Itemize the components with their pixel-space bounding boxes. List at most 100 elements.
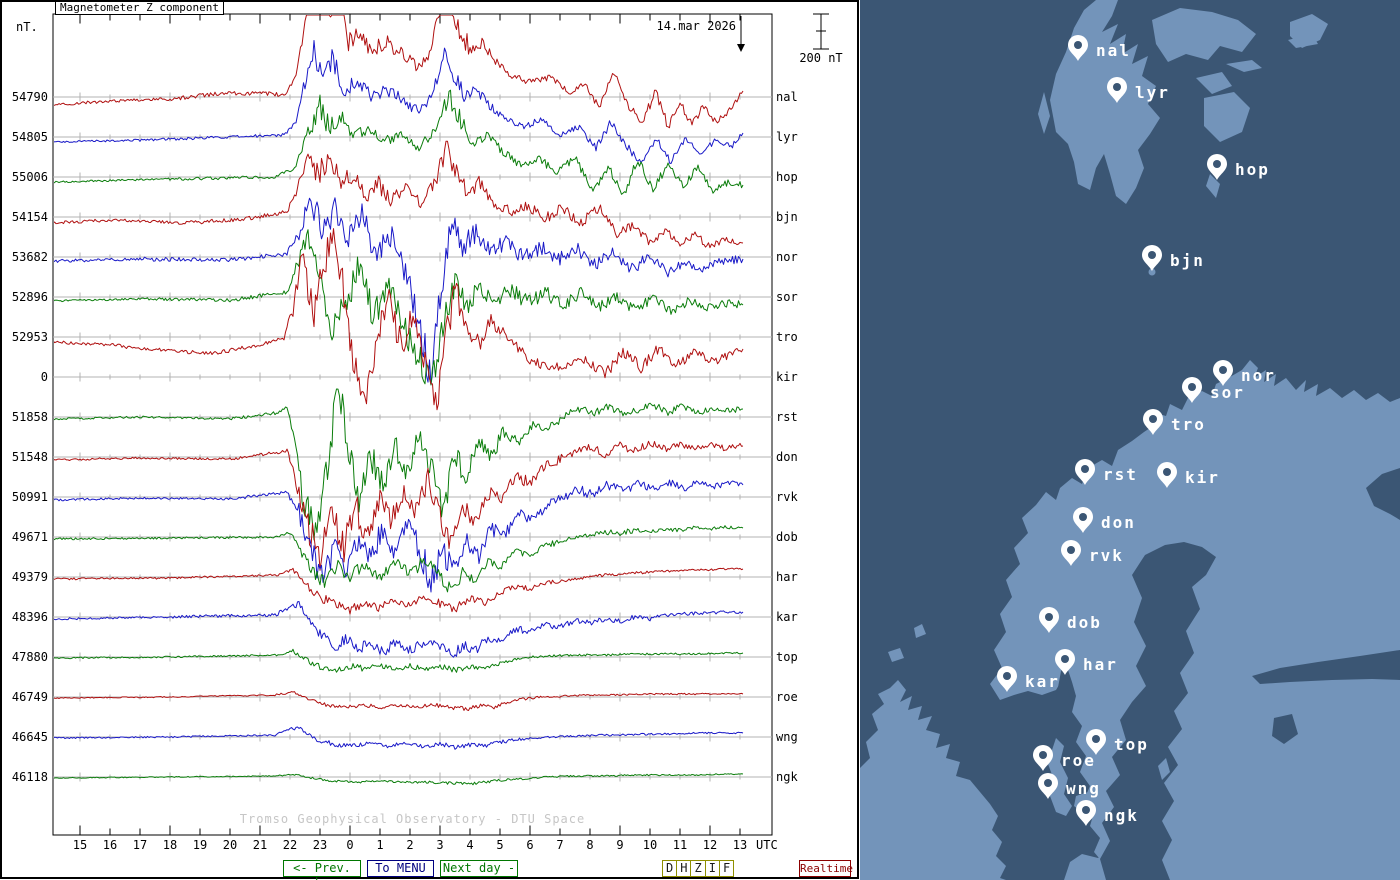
station-label-don: don xyxy=(776,450,798,464)
trace-dob xyxy=(53,526,743,592)
component-letter-d-button[interactable]: D xyxy=(662,860,677,877)
trace-roe xyxy=(53,692,743,711)
hour-label-16: 16 xyxy=(103,838,117,852)
station-label-hop: hop xyxy=(776,170,798,184)
component-letter-z-button[interactable]: Z xyxy=(690,860,705,877)
map-pin-label-bjn: bjn xyxy=(1170,251,1205,270)
hour-label-20: 20 xyxy=(223,838,237,852)
hour-label-17: 17 xyxy=(133,838,147,852)
utc-label: UTC xyxy=(756,838,778,852)
hour-label-4: 4 xyxy=(466,838,473,852)
component-letter-h-button[interactable]: H xyxy=(676,860,691,877)
hour-label-12: 12 xyxy=(703,838,717,852)
trace-kar xyxy=(53,602,743,658)
station-label-ngk: ngk xyxy=(776,770,798,784)
stackplot-panel: 54790nal54805lyr55006hop54154bjn53682nor… xyxy=(0,0,860,880)
baseline-value-top: 47880 xyxy=(12,650,48,664)
hour-label-5: 5 xyxy=(496,838,503,852)
pin-hole xyxy=(1061,655,1069,663)
baseline-value-dob: 49671 xyxy=(12,530,48,544)
baseline-value-ngk: 46118 xyxy=(12,770,48,784)
baseline-value-sor: 52896 xyxy=(12,290,48,304)
station-label-lyr: lyr xyxy=(776,130,798,144)
station-map-panel: nallyrhopbjnnorsortrorstkirdonrvkdobhark… xyxy=(860,0,1400,880)
hour-label-1: 1 xyxy=(376,838,383,852)
component-letter-i-button[interactable]: I xyxy=(705,860,720,877)
baseline-value-wng: 46645 xyxy=(12,730,48,744)
pin-hole xyxy=(1039,751,1047,759)
baseline-value-tro: 52953 xyxy=(12,330,48,344)
hour-label-22: 22 xyxy=(283,838,297,852)
hour-label-9: 9 xyxy=(616,838,623,852)
station-label-bjn: bjn xyxy=(776,210,798,224)
pin-hole xyxy=(1044,779,1052,787)
hour-label-2: 2 xyxy=(406,838,413,852)
station-label-sor: sor xyxy=(776,290,798,304)
trace-bjn xyxy=(53,141,743,248)
baseline-value-roe: 46749 xyxy=(12,690,48,704)
map-pin-label-rvk: rvk xyxy=(1089,546,1124,565)
trace-nor xyxy=(53,198,743,385)
stackplot-chart: 54790nal54805lyr55006hop54154bjn53682nor… xyxy=(0,0,860,880)
pin-hole xyxy=(1092,735,1100,743)
map-pin-label-nal: nal xyxy=(1096,41,1131,60)
component-selector: DHZIF xyxy=(662,860,734,877)
map-pin-label-nor: nor xyxy=(1241,366,1276,385)
next-day-button[interactable]: Next day -> xyxy=(440,860,518,877)
station-label-rvk: rvk xyxy=(776,490,798,504)
baseline-value-hop: 55006 xyxy=(12,170,48,184)
map-pin-label-rst: rst xyxy=(1103,465,1138,484)
station-label-tro: tro xyxy=(776,330,798,344)
station-label-rst: rst xyxy=(776,410,798,424)
station-label-wng: wng xyxy=(776,730,798,744)
page-title: Magnetometer Z component xyxy=(55,1,224,15)
y-axis-unit-label: nT. xyxy=(16,20,38,34)
hour-label-3: 3 xyxy=(436,838,443,852)
map-pin-label-kar: kar xyxy=(1025,672,1060,691)
current-time-arrowhead xyxy=(737,44,745,52)
station-map: nallyrhopbjnnorsortrorstkirdonrvkdobhark… xyxy=(860,0,1400,880)
baseline-value-don: 51548 xyxy=(12,450,48,464)
station-label-kar: kar xyxy=(776,610,798,624)
hour-label-0: 0 xyxy=(346,838,353,852)
pin-hole xyxy=(1045,613,1053,621)
hour-label-11: 11 xyxy=(673,838,687,852)
map-pin-label-kir: kir xyxy=(1185,468,1220,487)
date-label: 14.mar 2026 xyxy=(558,19,736,33)
prev-day-button[interactable]: <- Prev. day xyxy=(283,860,361,877)
baseline-value-nal: 54790 xyxy=(12,90,48,104)
pin-hole xyxy=(1113,83,1121,91)
hour-label-21: 21 xyxy=(253,838,267,852)
map-pin-label-lyr: lyr xyxy=(1135,83,1170,102)
station-label-roe: roe xyxy=(776,690,798,704)
trace-ngk xyxy=(53,774,743,785)
hour-label-7: 7 xyxy=(556,838,563,852)
observatory-credit: Tromso Geophysical Observatory - DTU Spa… xyxy=(53,812,772,826)
realtime-button[interactable]: Realtime xyxy=(799,860,851,877)
baseline-value-har: 49379 xyxy=(12,570,48,584)
trace-tro xyxy=(53,229,743,410)
map-pin-label-roe: roe xyxy=(1061,751,1096,770)
pin-hole xyxy=(1003,672,1011,680)
station-label-har: har xyxy=(776,570,798,584)
station-label-nor: nor xyxy=(776,250,798,264)
hour-label-13: 13 xyxy=(733,838,747,852)
map-pin-label-dob: dob xyxy=(1067,613,1102,632)
traces-group xyxy=(53,15,743,785)
to-menu-button[interactable]: To MENU xyxy=(367,860,434,877)
trace-lyr xyxy=(53,41,743,164)
hour-label-8: 8 xyxy=(586,838,593,852)
map-pin-label-hop: hop xyxy=(1235,160,1270,179)
map-pin-label-wng: wng xyxy=(1066,779,1101,798)
pin-hole xyxy=(1213,160,1221,168)
magnetometer-app: 54790nal54805lyr55006hop54154bjn53682nor… xyxy=(0,0,1400,880)
pin-hole xyxy=(1148,251,1156,259)
trace-hop xyxy=(53,90,743,194)
baseline-value-kar: 48396 xyxy=(12,610,48,624)
pin-hole xyxy=(1074,41,1082,49)
hour-label-10: 10 xyxy=(643,838,657,852)
baseline-value-rvk: 50991 xyxy=(12,490,48,504)
pin-hole xyxy=(1188,383,1196,391)
component-letter-f-button[interactable]: F xyxy=(719,860,734,877)
baseline-value-kir: 0 xyxy=(41,370,48,384)
